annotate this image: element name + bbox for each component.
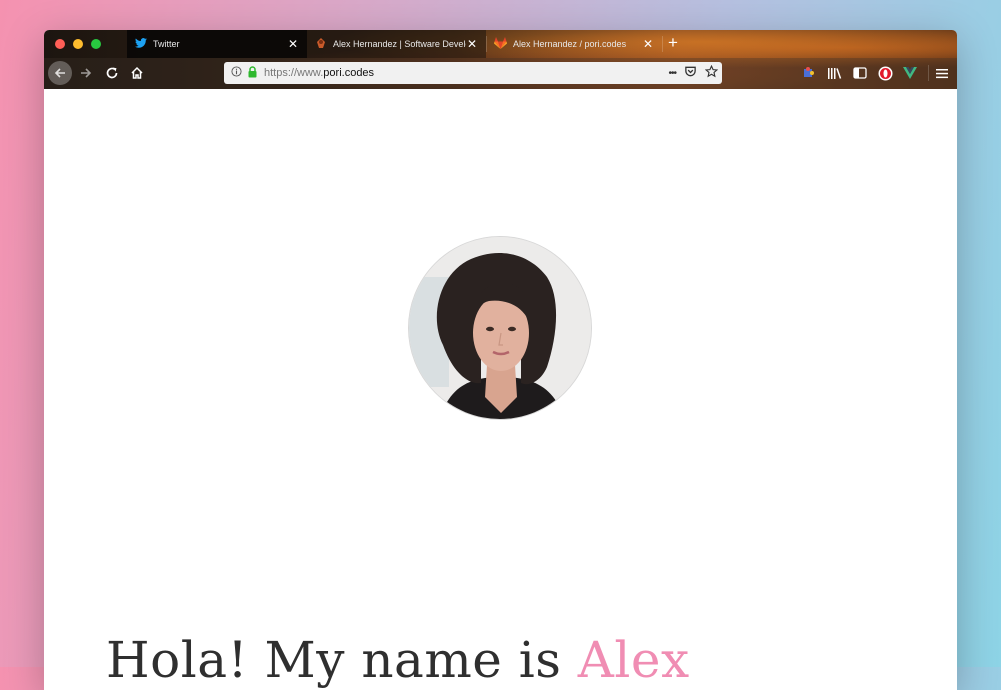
tab-gitlab[interactable]: Alex Hernandez / pori.codes ✕ [486,30,662,58]
forward-arrow-icon [81,68,92,78]
pocket-icon[interactable] [684,65,697,81]
tab-divider [662,36,663,52]
close-tab-icon[interactable]: ✕ [642,37,654,51]
minimize-window-button[interactable] [73,39,83,49]
url-text: https://www.pori.codes [264,67,374,79]
maximize-window-button[interactable] [91,39,101,49]
gitlab-fox-icon [494,37,507,51]
tab-title: Alex Hernandez / pori.codes [513,39,627,49]
toolbar-divider [928,65,929,81]
url-scheme: https://www. [264,67,324,79]
bookmark-star-icon[interactable] [704,64,719,81]
reload-button[interactable] [100,61,124,85]
navigation-toolbar: https://www.pori.codes ••• [44,58,957,89]
browser-chrome: Twitter ✕ Alex Hernandez | Software Deve… [44,30,957,89]
extension-puzzle-icon[interactable] [800,65,816,81]
page-actions-menu-icon[interactable]: ••• [668,68,676,79]
home-button[interactable] [125,61,149,85]
close-tab-icon[interactable]: ✕ [287,37,299,51]
back-button[interactable] [48,61,72,85]
reload-icon [106,67,118,79]
library-icon[interactable] [826,65,842,81]
home-icon [131,66,143,79]
url-domain: pori.codes [323,67,375,79]
sidebar-toggle-icon[interactable] [852,65,868,81]
headline-name: Alex [577,631,690,689]
close-window-button[interactable] [55,39,65,49]
close-tab-icon[interactable]: ✕ [466,37,478,51]
page-actions: ••• [668,64,719,81]
page-content: Hola! My name is Alex [44,89,957,690]
vue-devtools-icon[interactable] [902,65,918,81]
hero-headline: Hola! My name is Alex [106,631,690,689]
new-tab-button[interactable]: + [668,33,678,53]
window-controls [55,39,101,49]
profile-avatar [408,236,592,420]
tab-title: Alex Hernandez | Software Developer [333,39,466,49]
tab-bar: Twitter ✕ Alex Hernandez | Software Deve… [44,30,957,58]
forward-button[interactable] [74,61,98,85]
twitter-bird-icon [135,38,147,50]
tab-title: Twitter [153,39,180,49]
tab-portfolio[interactable]: Alex Hernandez | Software Developer ✕ [307,30,486,58]
secure-lock-icon [247,65,258,81]
headline-greeting: Hola! My name is [106,631,578,689]
hamburger-menu-icon[interactable] [934,65,950,81]
opera-vpn-icon[interactable] [877,65,893,81]
url-bar[interactable]: https://www.pori.codes ••• [224,62,722,84]
back-arrow-icon [54,68,65,78]
site-favicon-icon [315,37,327,51]
info-icon[interactable] [231,66,242,80]
tab-twitter[interactable]: Twitter ✕ [127,30,307,58]
browser-window: Twitter ✕ Alex Hernandez | Software Deve… [44,30,957,690]
